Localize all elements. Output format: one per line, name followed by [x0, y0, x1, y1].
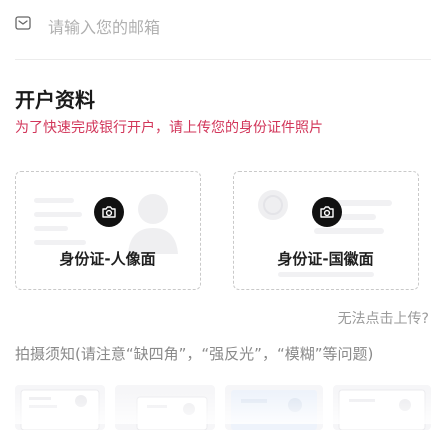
divider [15, 59, 431, 60]
section-subtitle: 为了快速完成银行开户，请上传您的身份证件照片 [15, 120, 323, 136]
section-title: 开户资料 [15, 88, 95, 112]
photo-notes-title: 拍摄须知(请注意“缺四角”，“强反光”，“模糊”等问题) [15, 345, 374, 363]
id-card-front-label: 身份证-人像面 [59, 250, 156, 268]
mail-icon [15, 16, 31, 30]
camera-button-front[interactable] [94, 197, 124, 227]
camera-button-back[interactable] [312, 197, 342, 227]
camera-icon [320, 206, 334, 218]
id-card-front-illustration [34, 194, 178, 254]
camera-icon [102, 206, 116, 218]
id-card-back-upload[interactable]: 身份证-国徽面 [233, 171, 419, 290]
id-card-front-upload[interactable]: 身份证-人像面 [15, 171, 201, 290]
email-row [0, 0, 446, 58]
bottom-fade [0, 392, 446, 424]
id-card-back-illustration [258, 190, 392, 277]
id-card-back-label: 身份证-国徽面 [277, 250, 374, 268]
email-input[interactable] [48, 14, 348, 40]
upload-help-link[interactable]: 无法点击上传? [338, 308, 429, 328]
